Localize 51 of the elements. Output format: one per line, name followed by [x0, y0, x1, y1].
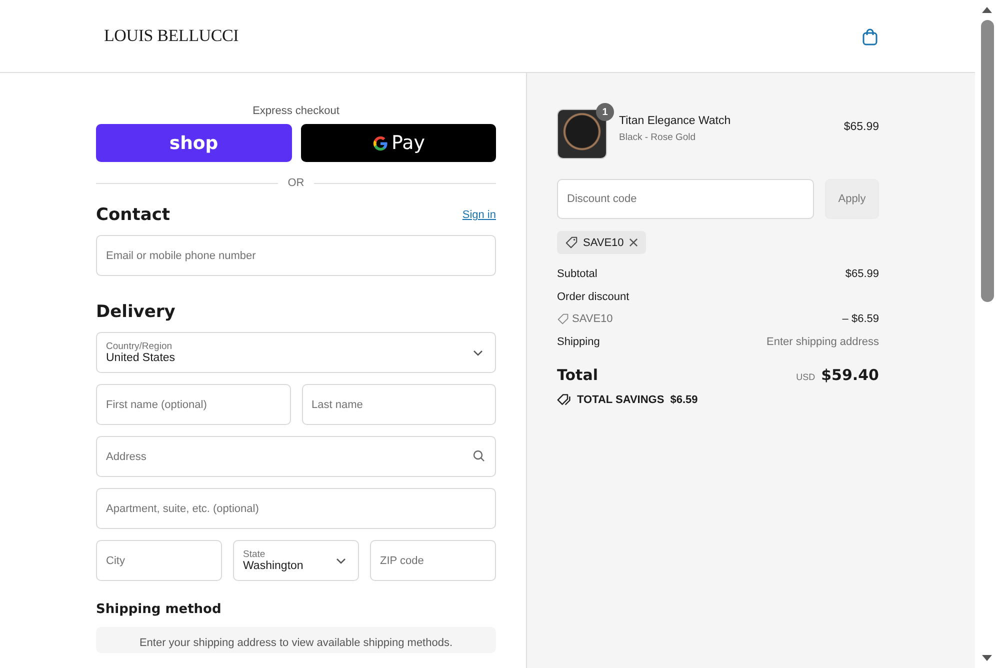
tags-icon [557, 393, 571, 406]
or-divider-label: OR [288, 177, 304, 189]
input-field[interactable]: Last name [302, 384, 496, 425]
select-field[interactable]: State Washington [233, 540, 359, 581]
shipping-method-heading: Shipping method [96, 602, 222, 617]
input-field[interactable]: Apartment, suite, etc. (optional) [96, 488, 496, 529]
chevron-down-icon [336, 558, 346, 564]
discount-code-label: SAVE10 [572, 313, 613, 325]
summary-label: Order discount [557, 291, 630, 303]
total-savings-label: TOTAL SAVINGS [577, 394, 664, 406]
product-variant: Black - Rose Gold [619, 132, 697, 143]
watch-photo-placeholder [557, 109, 607, 159]
address-field[interactable]: Address [96, 436, 496, 477]
input-field[interactable]: First name (optional) [96, 384, 290, 425]
discount-code-field[interactable]: Discount code [557, 179, 814, 219]
store-logo[interactable]: LOUIS BELLUCCI [104, 26, 239, 46]
input-field[interactable]: City [96, 540, 222, 581]
product-name: Titan Elegance Watch [619, 115, 732, 127]
close-icon[interactable] [628, 238, 638, 247]
select-field[interactable]: Country/Region United States [96, 332, 496, 373]
chevron-down-icon [473, 350, 483, 356]
summary-label: Subtotal [557, 268, 598, 280]
quantity-badge: 1 [596, 103, 614, 121]
total-label: Total [557, 366, 598, 384]
tag-icon [565, 236, 578, 249]
discount-amount: – $6.59 [842, 313, 879, 325]
summary-value: $65.99 [845, 268, 879, 280]
google-pay-button[interactable]: Pay [300, 124, 496, 162]
contact-heading: Contact [96, 205, 170, 225]
sign-in-link[interactable]: Sign in [462, 209, 496, 221]
google-logo-icon [372, 134, 388, 152]
scroll-up-arrow-icon[interactable] [982, 7, 992, 13]
apply-button[interactable]: Apply [825, 179, 879, 219]
summary-label: Shipping [557, 336, 600, 348]
shop-pay-button[interactable]: shop [96, 124, 292, 162]
total-amount: $59.40 [821, 366, 879, 384]
input-field[interactable]: ZIP code [370, 540, 496, 581]
shipping-method-notice: Enter your shipping address to view available shipping methods. [96, 627, 496, 653]
shipping-note: Enter shipping address [766, 336, 879, 348]
scrollbar-thumb[interactable] [980, 20, 994, 302]
scroll-down-arrow-icon[interactable] [982, 655, 992, 661]
currency-label: USD [796, 372, 816, 382]
search-icon [473, 450, 485, 462]
discount-code-label: SAVE10 [583, 236, 624, 248]
delivery-heading: Delivery [96, 302, 176, 322]
tag-icon [557, 313, 569, 325]
shopping-bag-icon[interactable] [862, 28, 878, 46]
total-savings-amount: $6.59 [670, 394, 698, 406]
express-checkout-label: Express checkout [252, 105, 340, 117]
product-price: $65.99 [844, 121, 879, 133]
email-field[interactable]: Email or mobile phone number [96, 235, 496, 276]
